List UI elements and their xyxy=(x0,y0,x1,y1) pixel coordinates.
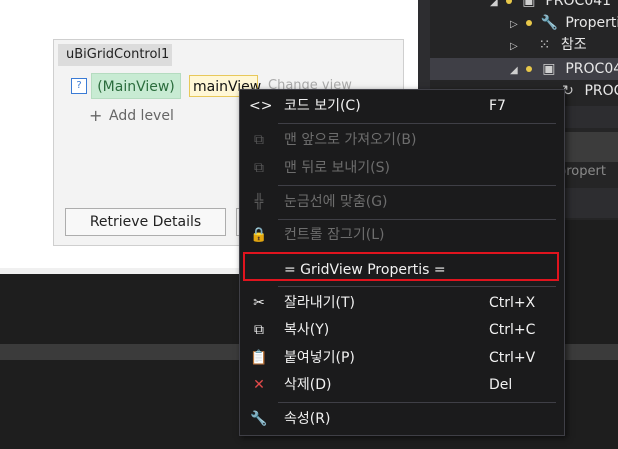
tree-item-label: PROC041 xyxy=(545,0,612,9)
menu-item-shortcut: Ctrl+C xyxy=(489,322,536,338)
code-icon: <> xyxy=(249,98,273,114)
properties-hint: propert xyxy=(558,164,606,179)
menu-item-label: 복사(Y) xyxy=(284,322,330,338)
grid-control-title: uBiGridControl1 xyxy=(58,44,172,66)
align-to-grid-icon: ╬ xyxy=(254,194,264,210)
tree-item-proc041[interactable]: ◢ ▣ PROC041 xyxy=(490,0,611,12)
tree-item-proc-child[interactable]: ↻ PROC xyxy=(560,80,618,102)
menu-item-label: = GridView Propertis = xyxy=(284,262,446,278)
expand-icon[interactable]: ◢ xyxy=(510,60,522,82)
menu-item-cut[interactable]: ✂ 잘라내기(T) Ctrl+X xyxy=(240,289,564,317)
mainview-chip[interactable]: (MainView) xyxy=(91,73,181,99)
help-icon[interactable]: ? xyxy=(71,78,87,94)
status-dot xyxy=(526,20,533,26)
menu-item-shortcut: Ctrl+V xyxy=(489,350,536,366)
tree-item-proc04[interactable]: ◢ ▣ PROC04 xyxy=(430,58,618,80)
send-to-back-icon: ⧉ xyxy=(254,160,264,176)
expand-icon[interactable]: ◢ xyxy=(490,0,502,14)
bring-to-front-icon: ⧉ xyxy=(254,132,264,148)
menu-separator xyxy=(278,123,556,124)
properties-wrench-icon: 🔧 xyxy=(250,411,268,427)
menu-item-bring-to-front[interactable]: ⧉ 맨 앞으로 가져오기(B) xyxy=(240,126,564,154)
menu-item-align-to-grid[interactable]: ╬ 눈금선에 맞춤(G) xyxy=(240,188,564,216)
paste-icon: 📋 xyxy=(250,350,268,366)
wrench-icon: 🔧 xyxy=(540,15,559,31)
menu-item-view-code[interactable]: <> 코드 보기(C) F7 xyxy=(240,92,564,120)
menu-item-delete[interactable]: ✕ 삭제(D) Del xyxy=(240,371,564,399)
plus-icon[interactable]: + xyxy=(89,106,102,125)
menu-item-shortcut: Del xyxy=(489,377,513,393)
menu-item-shortcut: Ctrl+X xyxy=(489,295,536,311)
menu-item-label: 삭제(D) xyxy=(284,377,332,393)
menu-item-label: 잘라내기(T) xyxy=(284,295,355,311)
menu-item-properties[interactable]: 🔧 속성(R) xyxy=(240,405,564,433)
menu-item-send-to-back[interactable]: ⧉ 맨 뒤로 보내기(S) xyxy=(240,154,564,182)
add-level-link[interactable]: Add level xyxy=(109,108,174,124)
menu-separator xyxy=(278,286,556,287)
status-dot xyxy=(526,66,533,72)
tree-item-references[interactable]: ▷ ⁙ 참조 xyxy=(510,34,587,56)
tree-item-label: PROC04 xyxy=(565,61,618,77)
cut-icon: ✂ xyxy=(253,295,265,311)
menu-item-label: 붙여넣기(P) xyxy=(284,350,355,366)
menu-item-label: 속성(R) xyxy=(284,411,331,427)
menu-item-gridview-properties[interactable]: = GridView Propertis = xyxy=(240,256,564,284)
menu-item-label: 맨 뒤로 보내기(S) xyxy=(284,160,390,176)
cube-icon: ▣ xyxy=(522,0,536,9)
menu-item-paste[interactable]: 📋 붙여넣기(P) Ctrl+V xyxy=(240,344,564,372)
menu-item-label: 맨 앞으로 가져오기(B) xyxy=(284,132,417,148)
expand-icon[interactable]: ▷ xyxy=(510,36,522,58)
tree-item-label: PROC xyxy=(584,83,618,99)
menu-item-shortcut: F7 xyxy=(489,98,506,114)
context-menu: <> 코드 보기(C) F7 ⧉ 맨 앞으로 가져오기(B) ⧉ 맨 뒤로 보내… xyxy=(239,89,565,436)
menu-item-lock-controls[interactable]: 🔒 컨트롤 잠그기(L) xyxy=(240,221,564,249)
cube-icon: ▣ xyxy=(542,61,556,77)
delete-icon: ✕ xyxy=(253,377,265,393)
menu-separator xyxy=(278,252,556,253)
retrieve-details-button[interactable]: Retrieve Details xyxy=(65,208,226,236)
lock-icon: 🔒 xyxy=(250,227,268,243)
expand-icon[interactable]: ▷ xyxy=(510,14,522,36)
menu-item-label: 컨트롤 잠그기(L) xyxy=(284,227,385,243)
status-dot xyxy=(506,0,513,4)
menu-separator xyxy=(278,185,556,186)
menu-item-label: 눈금선에 맞춤(G) xyxy=(284,194,388,210)
menu-item-copy[interactable]: ⧉ 복사(Y) Ctrl+C xyxy=(240,316,564,344)
tree-item-properties[interactable]: ▷ 🔧 Properties xyxy=(510,12,618,34)
references-icon: ⁙ xyxy=(538,37,551,53)
menu-separator xyxy=(278,402,556,403)
tree-item-label: Properties xyxy=(565,15,618,31)
tree-item-label: 참조 xyxy=(560,37,587,53)
menu-separator xyxy=(278,219,556,220)
menu-item-label: 코드 보기(C) xyxy=(284,98,361,114)
copy-icon: ⧉ xyxy=(254,322,264,338)
